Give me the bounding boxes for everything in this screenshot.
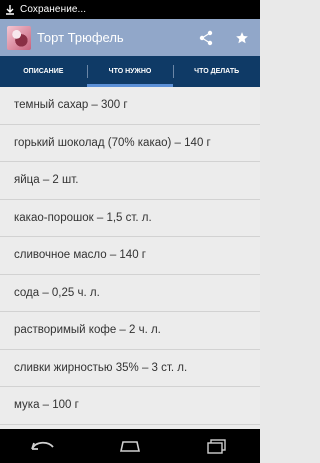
list-item[interactable]: растворимый кофе – 2 ч. л. (0, 312, 260, 350)
action-bar: Торт Трюфель (0, 19, 260, 56)
tab-description[interactable]: ОПИСАНИЕ (0, 56, 87, 87)
list-item[interactable]: сливочное масло – 140 г (0, 237, 260, 275)
page-title: Торт Трюфель (37, 30, 124, 45)
list-item[interactable]: какао-порошок – 1,5 ст. л. (0, 200, 260, 237)
tab-bar: ОПИСАНИЕ ЧТО НУЖНО ЧТО ДЕЛАТЬ (0, 56, 260, 87)
app-icon[interactable] (7, 25, 31, 50)
recent-apps-icon[interactable] (197, 434, 237, 458)
back-icon[interactable] (23, 434, 63, 458)
list-item[interactable]: сливки жирностью 35% – 3 ст. л. (0, 350, 260, 387)
home-icon[interactable] (110, 434, 150, 458)
list-item[interactable]: сода – 0,25 ч. л. (0, 275, 260, 312)
tab-ingredients[interactable]: ЧТО НУЖНО (86, 56, 174, 87)
share-icon[interactable] (188, 19, 224, 56)
status-bar: Сохранение... (0, 0, 260, 19)
status-text: Сохранение... (20, 4, 87, 15)
list-item[interactable]: темный сахар – 300 г (0, 87, 260, 125)
navigation-bar (0, 429, 260, 463)
tab-steps[interactable]: ЧТО ДЕЛАТЬ (173, 56, 260, 87)
download-icon (4, 4, 16, 16)
list-item[interactable]: яйца – 2 шт. (0, 162, 260, 200)
list-item[interactable]: мука – 100 г (0, 387, 260, 425)
ingredient-list[interactable]: темный сахар – 300 г горький шоколад (70… (0, 87, 260, 429)
list-item[interactable]: горький шоколад (70% какао) – 140 г (0, 125, 260, 162)
star-icon[interactable] (224, 19, 260, 56)
